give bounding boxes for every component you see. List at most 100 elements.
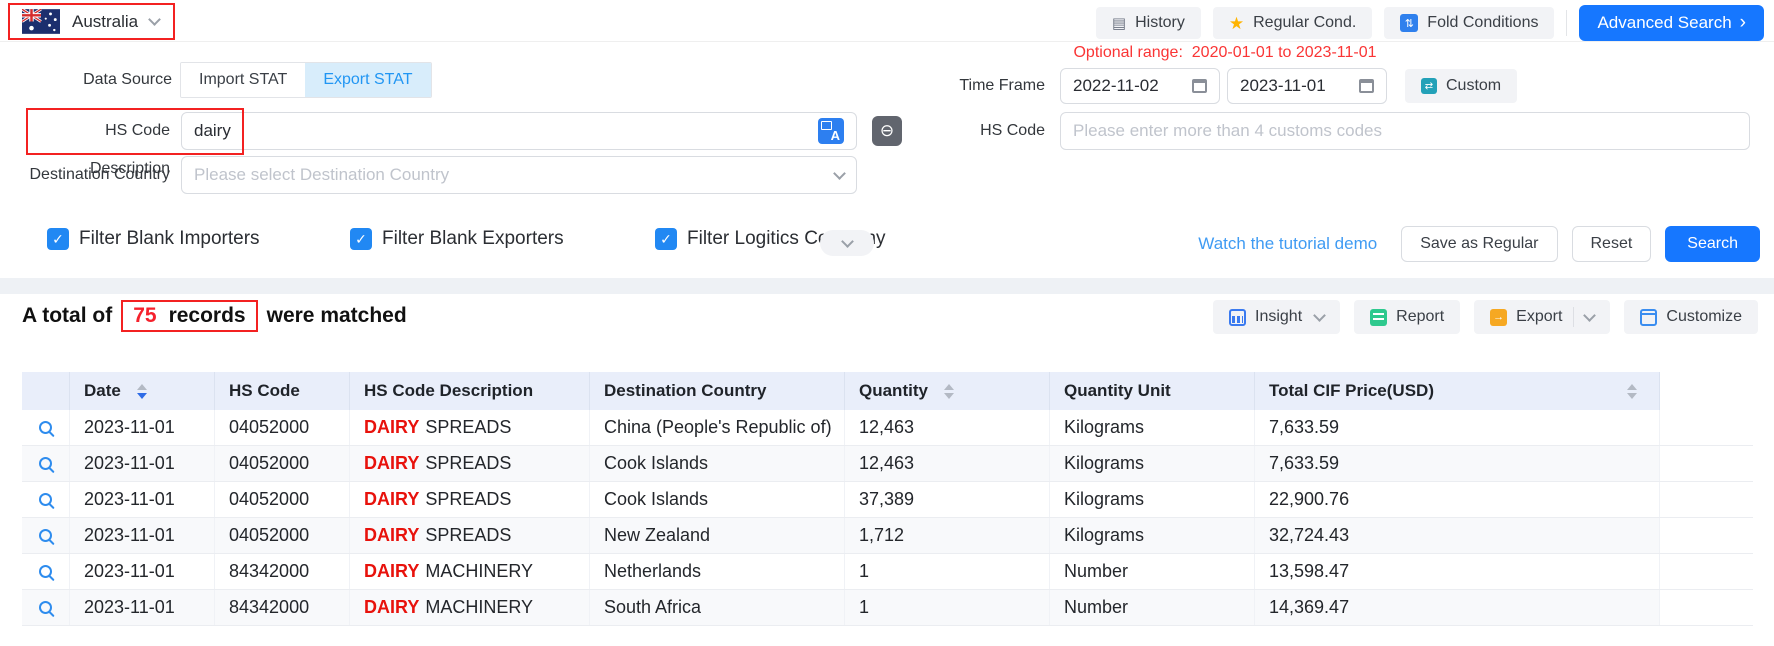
cell-actions — [1660, 590, 1753, 625]
checkbox-filter-blank-importers[interactable]: ✓ Filter Blank Importers — [47, 228, 260, 250]
cell-hs-desc: DAIRYSPREADS — [350, 482, 590, 517]
cell-detail — [22, 554, 70, 589]
fold-conditions-button[interactable]: ⇅ Fold Conditions — [1384, 7, 1554, 39]
desc-highlight: DAIRY — [364, 561, 419, 582]
expand-conditions-button[interactable] — [820, 230, 874, 256]
desc-rest: SPREADS — [425, 417, 511, 438]
chevron-down-icon — [148, 13, 161, 26]
insight-button[interactable]: Insight — [1213, 300, 1340, 334]
table-body: 2023-11-0104052000DAIRYSPREADSChina (Peo… — [22, 410, 1753, 626]
cell-hs-code: 04052000 — [215, 518, 350, 553]
row-detail-search-icon[interactable] — [39, 457, 52, 470]
star-icon: ★ — [1229, 15, 1244, 32]
row-detail-search-icon[interactable] — [39, 529, 52, 542]
cell-quantity-unit: Kilograms — [1050, 482, 1255, 517]
destination-select[interactable]: Please select Destination Country — [181, 156, 857, 194]
chevron-down-icon[interactable] — [1584, 309, 1597, 322]
checkbox-filter-blank-exporters[interactable]: ✓ Filter Blank Exporters — [350, 228, 564, 250]
customize-button[interactable]: Customize — [1624, 300, 1758, 334]
cell-detail — [22, 482, 70, 517]
desc-highlight: DAIRY — [364, 453, 419, 474]
date-start-input[interactable]: 2022-11-02 — [1060, 68, 1220, 104]
insight-label: Insight — [1255, 308, 1302, 326]
custom-range-button[interactable]: ⇄ Custom — [1405, 69, 1517, 103]
th-destination: Destination Country — [590, 372, 845, 410]
divider — [1573, 307, 1574, 327]
cell-total-cif-price: 7,633.59 — [1255, 410, 1660, 445]
customize-label: Customize — [1666, 308, 1742, 326]
desc-rest: MACHINERY — [425, 561, 533, 582]
cell-actions — [1660, 482, 1753, 517]
chevron-down-icon — [833, 167, 846, 180]
translate-icon[interactable]: A — [818, 118, 844, 144]
cell-quantity: 1,712 — [845, 518, 1050, 553]
report-button[interactable]: Report — [1354, 300, 1460, 334]
tab-import-stat[interactable]: Import STAT — [181, 63, 305, 97]
cell-hs-code: 84342000 — [215, 554, 350, 589]
cell-quantity: 37,389 — [845, 482, 1050, 517]
th-total-cif-price[interactable]: Total CIF Price(USD) — [1255, 372, 1660, 410]
reset-button[interactable]: Reset — [1572, 226, 1652, 262]
destination-placeholder: Please select Destination Country — [194, 165, 827, 185]
row-detail-search-icon[interactable] — [39, 493, 52, 506]
search-button[interactable]: Search — [1665, 226, 1760, 262]
advanced-search-button[interactable]: Advanced Search › — [1579, 5, 1764, 41]
custom-range-label: Custom — [1446, 77, 1501, 95]
th-actions — [1660, 372, 1753, 410]
cell-destination-country: Cook Islands — [590, 446, 845, 481]
checkbox-label: Filter Blank Exporters — [382, 228, 564, 250]
table-header: Date HS Code HS Code Description Destina… — [22, 372, 1753, 410]
records-word: records — [169, 304, 246, 328]
th-quantity[interactable]: Quantity — [845, 372, 1050, 410]
report-icon — [1370, 309, 1387, 326]
cell-hs-desc: DAIRY MACHINERY — [350, 554, 590, 589]
fold-icon: ⇅ — [1400, 14, 1418, 32]
hs-desc-input-wrap: A — [181, 112, 857, 150]
th-destination-label: Destination Country — [604, 381, 766, 401]
chevron-right-icon: › — [1740, 13, 1746, 32]
hs-desc-input[interactable] — [194, 121, 810, 141]
export-button[interactable]: → Export — [1474, 300, 1610, 334]
chevron-down-icon — [841, 235, 854, 248]
th-quantity-label: Quantity — [859, 381, 928, 401]
sort-icon[interactable] — [944, 384, 954, 399]
checkbox-checked-icon[interactable]: ✓ — [47, 228, 69, 250]
country-selector[interactable]: Australia — [8, 3, 175, 40]
save-as-regular-button[interactable]: Save as Regular — [1401, 226, 1557, 262]
desc-highlight: DAIRY — [364, 417, 419, 438]
topbar: Australia ▤ History ★ Regular Cond. ⇅ Fo… — [0, 0, 1774, 42]
checkbox-checked-icon[interactable]: ✓ — [350, 228, 372, 250]
date-end-input[interactable]: 2023-11-01 — [1227, 68, 1387, 104]
tab-export-stat[interactable]: Export STAT — [305, 63, 430, 97]
row-detail-search-icon[interactable] — [39, 565, 52, 578]
th-quantity-unit: Quantity Unit — [1050, 372, 1255, 410]
data-source-label: Data Source — [22, 62, 172, 98]
annotation-box-count: 75 records — [121, 300, 257, 332]
th-date[interactable]: Date — [70, 372, 215, 410]
history-button[interactable]: ▤ History — [1096, 7, 1201, 39]
checkbox-checked-icon[interactable]: ✓ — [655, 228, 677, 250]
table-row: 2023-11-0184342000DAIRYMACHINERYSouth Af… — [22, 590, 1753, 626]
row-detail-search-icon[interactable] — [39, 601, 52, 614]
optional-range-value: 2020-01-01 to 2023-11-01 — [1192, 44, 1377, 61]
cell-detail — [22, 518, 70, 553]
regular-cond-button[interactable]: ★ Regular Cond. — [1213, 7, 1372, 39]
summary-prefix: A total of — [22, 304, 112, 328]
cell-actions — [1660, 554, 1753, 589]
hs-code-input[interactable] — [1073, 121, 1737, 141]
sort-icon[interactable] — [1627, 384, 1637, 399]
th-hs-code: HS Code — [215, 372, 350, 410]
tutorial-demo-link[interactable]: Watch the tutorial demo — [1198, 234, 1377, 254]
table-row: 2023-11-0184342000DAIRYMACHINERYNetherla… — [22, 554, 1753, 590]
th-empty — [22, 372, 70, 410]
insight-icon — [1229, 309, 1246, 326]
sort-icon[interactable] — [137, 384, 147, 399]
cell-actions — [1660, 446, 1753, 481]
table-row: 2023-11-0104052000DAIRYSPREADSChina (Peo… — [22, 410, 1753, 446]
calendar-icon — [1192, 79, 1207, 93]
cell-hs-code: 84342000 — [215, 590, 350, 625]
app: Australia ▤ History ★ Regular Cond. ⇅ Fo… — [0, 0, 1774, 646]
row-detail-search-icon[interactable] — [39, 421, 52, 434]
data-source-tabs: Import STAT Export STAT — [180, 62, 432, 98]
summary-suffix: were matched — [267, 304, 407, 328]
